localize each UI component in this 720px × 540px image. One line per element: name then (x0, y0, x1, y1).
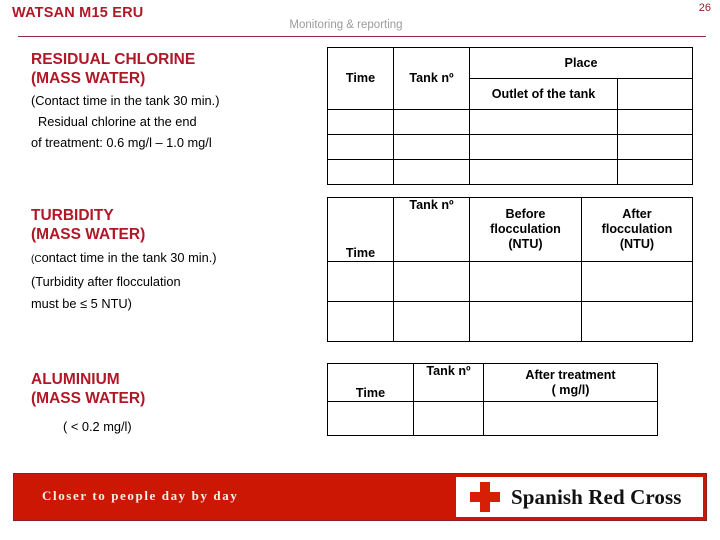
section-note-line3: must be ≤ 5 NTU) (31, 296, 132, 311)
header-line-1: After treatment (525, 367, 616, 382)
section-residual-chlorine: RESIDUAL CHLORINE (MASS WATER) (Contact … (31, 50, 219, 151)
table-turbidity: Time Tank nº Before flocculation (NTU) A… (327, 197, 693, 342)
page-number: 26 (698, 2, 711, 14)
cell-tank-number[interactable] (393, 159, 470, 185)
red-cross-icon (470, 482, 500, 512)
cell-tank-number[interactable] (393, 261, 470, 302)
header-cell-time: Time (327, 47, 394, 110)
cell-time[interactable] (327, 159, 394, 185)
cell-time[interactable] (327, 301, 394, 342)
cell-time[interactable] (327, 134, 394, 160)
section-title-line1: ALUMINIUM (31, 371, 120, 388)
header-line-2: ( mg/l) (551, 382, 590, 397)
table-header-row: Time Tank nº After treatment ( mg/l) (327, 363, 658, 402)
header-cell-place-second[interactable] (616, 78, 694, 110)
header-line-3: (NTU) (508, 237, 543, 251)
header-cell-tank-number: Tank nº (393, 197, 470, 262)
cell-after-flocculation[interactable] (581, 301, 693, 342)
header-line-2: flocculation (601, 222, 673, 236)
cell-time[interactable] (327, 261, 394, 302)
header-line-2: flocculation (490, 222, 561, 236)
table-residual-chlorine: Time Tank nº Place Outlet of the tank (327, 47, 694, 185)
cell-before-flocculation[interactable] (469, 301, 582, 342)
header-cell-after-treatment: After treatment ( mg/l) (483, 363, 658, 402)
header-line-3: (NTU) (619, 237, 655, 251)
section-title-line1: TURBIDITY (31, 207, 114, 224)
header-line-1: Before (505, 207, 546, 221)
cell-tank-number[interactable] (393, 109, 470, 135)
organization-name: Spanish Red Cross (511, 484, 682, 509)
header-line-1: After (622, 207, 652, 221)
section-title-line1: RESIDUAL CHLORINE (31, 51, 196, 68)
section-label: Monitoring & reporting (289, 19, 403, 31)
cell-time[interactable] (327, 401, 414, 436)
cell-before-flocculation[interactable] (469, 261, 582, 302)
header-divider (18, 36, 706, 37)
table-row (327, 159, 694, 185)
section-note-line2: (Turbidity after flocculation (31, 274, 181, 289)
cell-place-other[interactable] (616, 134, 694, 160)
table-row (327, 109, 694, 135)
cell-place-outlet[interactable] (469, 159, 618, 185)
footer-banner: Closer to people day by day Spanish Red … (13, 473, 707, 521)
section-title-line2: (MASS WATER) (31, 70, 146, 87)
section-note-line1: (Contact time in the tank 30 min.) (31, 93, 220, 108)
header-cell-outlet-of-the-tank: Outlet of the tank (469, 78, 618, 110)
header-cell-after-flocculation: After flocculation (NTU) (581, 197, 693, 262)
cell-place-outlet[interactable] (469, 134, 618, 160)
section-turbidity: TURBIDITY (MASS WATER) (Contact time in … (31, 206, 217, 312)
footer-tagline: Closer to people day by day (42, 488, 239, 503)
cell-time[interactable] (327, 109, 394, 135)
cell-tank-number[interactable] (393, 134, 470, 160)
cell-tank-number[interactable] (413, 401, 484, 436)
header-cell-time: Time (327, 197, 394, 262)
table-header-row: Time Tank nº Place (327, 47, 694, 110)
header-cell-tank-number: Tank nº (393, 47, 470, 110)
slide-header: WATSAN M15 ERU Monitoring & reporting 26 (0, 0, 720, 40)
section-note-line2: Residual chlorine at the end (38, 114, 197, 129)
cell-after-flocculation[interactable] (581, 261, 693, 302)
section-note-line3: of treatment: 0.6 mg/l – 1.0 mg/l (31, 135, 212, 150)
table-aluminium: Time Tank nº After treatment ( mg/l) (327, 363, 658, 436)
header-cell-before-flocculation: Before flocculation (NTU) (469, 197, 582, 262)
section-title-line2: (MASS WATER) (31, 390, 146, 407)
section-aluminium: ALUMINIUM (MASS WATER) ( < 0.2 mg/l) (31, 370, 145, 435)
header-cell-tank-number: Tank nº (413, 363, 484, 402)
section-note-line1: (Contact time in the tank 30 min.) (31, 250, 217, 265)
table-row (327, 301, 693, 342)
section-note-line1: ( < 0.2 mg/l) (63, 419, 132, 434)
header-cell-time: Time (327, 363, 414, 402)
table-row (327, 134, 694, 160)
table-row (327, 401, 658, 436)
table-row (327, 261, 693, 302)
footer-logo: Spanish Red Cross (456, 477, 703, 517)
table-header-row: Time Tank nº Before flocculation (NTU) A… (327, 197, 693, 262)
cell-place-other[interactable] (616, 159, 694, 185)
section-title-line2: (MASS WATER) (31, 226, 146, 243)
cell-place-other[interactable] (616, 109, 694, 135)
cell-tank-number[interactable] (393, 301, 470, 342)
cell-after-treatment[interactable] (483, 401, 658, 436)
header-cell-place: Place (468, 47, 694, 79)
cell-place-outlet[interactable] (469, 109, 618, 135)
